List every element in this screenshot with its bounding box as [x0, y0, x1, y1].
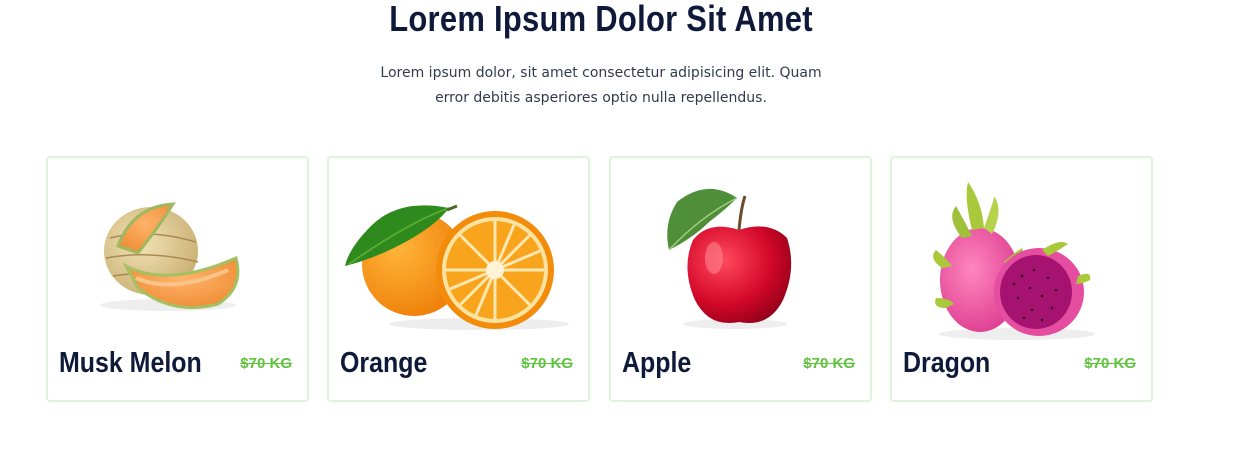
product-card-musk-melon[interactable]: Musk Melon $70 KG — [46, 156, 309, 402]
section-title: Lorem Ipsum Dolor Sit Amet — [389, 0, 813, 39]
product-name: Orange — [340, 347, 428, 379]
product-card-dragon[interactable]: Dragon $70 KG — [890, 156, 1153, 402]
subtitle-line-1: Lorem ipsum dolor, sit amet consectetur … — [380, 65, 822, 81]
product-card-orange[interactable]: Orange $70 KG — [327, 156, 590, 402]
section-subtitle: Lorem ipsum dolor, sit amet consectetur … — [370, 61, 832, 111]
product-price: $70 KG — [1084, 355, 1136, 372]
product-name: Dragon — [903, 347, 991, 379]
product-price: $70 KG — [521, 355, 573, 372]
product-name: Musk Melon — [59, 347, 202, 379]
product-name: Apple — [622, 347, 692, 379]
product-price: $70 KG — [240, 355, 292, 372]
subtitle-line-2: error debitis asperiores optio nulla rep… — [435, 90, 767, 106]
product-price: $70 KG — [803, 355, 855, 372]
product-card-apple[interactable]: Apple $70 KG — [609, 156, 872, 402]
